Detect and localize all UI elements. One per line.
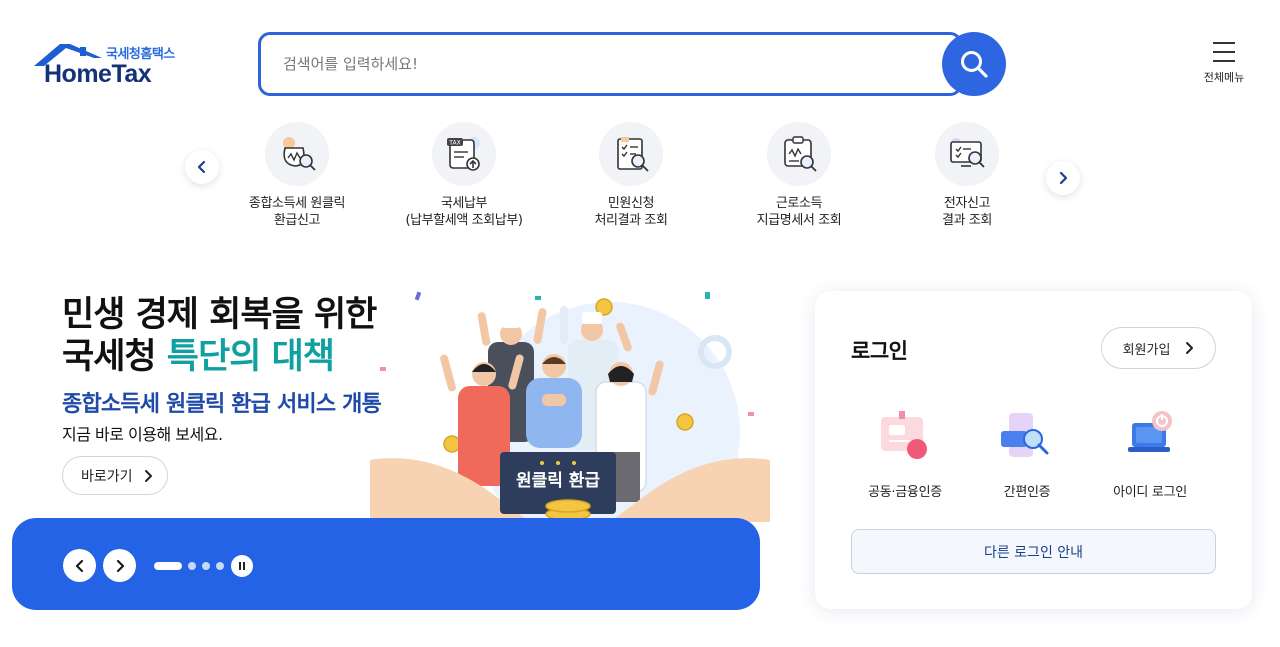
simple-auth-login-label: 간편인증: [1003, 485, 1051, 500]
chevron-right-icon: [1059, 171, 1068, 185]
sign-text: 원클릭 환급: [516, 471, 600, 491]
tax-refund-icon: [265, 122, 329, 186]
quick-menu-label-line1: 근로소득: [775, 196, 823, 211]
quick-menu-item-civil-request[interactable]: 민원신청처리결과 조회: [551, 122, 711, 229]
quick-menu-label-line2: 환급신고: [273, 213, 321, 228]
id-login-label: 아이디 로그인: [1113, 485, 1187, 500]
quick-menu-item-e-filing-result[interactable]: 전자신고결과 조회: [887, 122, 1047, 229]
certificate-login-label: 공동·금융인증: [868, 485, 942, 500]
simple-auth-login-option[interactable]: 간편인증: [967, 409, 1087, 500]
chevron-right-icon: [1186, 342, 1194, 354]
login-title: 로그인: [851, 339, 908, 363]
hamburger-icon: [1196, 42, 1252, 62]
quick-menu-prev-button[interactable]: [185, 150, 219, 184]
chevron-left-icon: [75, 559, 83, 572]
id-login-option[interactable]: 아이디 로그인: [1090, 409, 1210, 500]
certificate-icon: [881, 411, 927, 459]
income-statement-icon: [767, 122, 831, 186]
banner-pagination: [154, 562, 224, 570]
e-filing-result-icon: [935, 122, 999, 186]
hometax-page: 국세청홈택스 HomeTax 전체메뉴 종합소: [0, 0, 1280, 647]
search-box: [258, 32, 962, 96]
pagination-dot[interactable]: [216, 562, 224, 570]
banner-description: 지금 바로 이용해 보세요.: [62, 425, 223, 444]
banner-title-highlight: 특단의 대책: [166, 337, 335, 377]
quick-menu-next-button[interactable]: [1046, 161, 1080, 195]
banner-prev-button[interactable]: [63, 549, 96, 582]
tax-payment-icon: TAX: [432, 122, 496, 186]
banner-title-line1: 민생 경제 회복을 위한: [62, 295, 377, 335]
simple-auth-icon: [1001, 413, 1049, 457]
pause-icon: [239, 562, 245, 570]
go-now-label: 바로가기: [81, 468, 133, 485]
id-login-icon: [1128, 411, 1172, 452]
hometax-logo[interactable]: 국세청홈택스 HomeTax: [34, 40, 184, 90]
quick-menu-label-line1: 종합소득세 원클릭: [248, 196, 346, 211]
quick-menu-label-line1: 전자신고: [943, 196, 991, 211]
quick-menu-label-line1: 민원신청: [607, 196, 655, 211]
quick-menu-label-line2: 처리결과 조회: [594, 213, 668, 228]
civil-request-icon: [599, 122, 663, 186]
certificate-login-option[interactable]: 공동·금융인증: [845, 409, 965, 500]
go-now-button[interactable]: 바로가기: [62, 456, 168, 495]
quick-menu-item-income-statement[interactable]: 근로소득지급명세서 조회: [719, 122, 879, 229]
all-menu-button[interactable]: 전체메뉴: [1196, 42, 1252, 92]
banner-illustration: 원클릭 환급: [370, 291, 770, 522]
all-menu-label: 전체메뉴: [1203, 71, 1245, 84]
login-card: 로그인 회원가입 공동·금융인증 간편인증 아이디 로그인 다른 로그인 안내: [815, 291, 1252, 609]
banner-title: 민생 경제 회복을 위한 국세청 특단의 대책: [62, 294, 377, 378]
banner-next-button[interactable]: [103, 549, 136, 582]
quick-menu-item-tax-payment[interactable]: TAX 국세납부 (납부할세액 조회납부): [384, 122, 544, 229]
quick-menu-label-line2: 지급명세서 조회: [756, 213, 842, 228]
other-login-info-label: 다른 로그인 안내: [983, 544, 1084, 561]
chevron-right-icon: [144, 469, 152, 482]
signup-button[interactable]: 회원가입: [1101, 327, 1216, 369]
search-icon: [961, 51, 988, 78]
pagination-dot-active[interactable]: [154, 562, 182, 570]
pagination-dot[interactable]: [188, 562, 196, 570]
banner-pause-button[interactable]: [231, 555, 253, 577]
chevron-right-icon: [116, 559, 124, 572]
quick-menu-item-income-tax-refund[interactable]: 종합소득세 원클릭환급신고: [217, 122, 377, 229]
search-input[interactable]: [283, 35, 923, 93]
other-login-info-button[interactable]: 다른 로그인 안내: [851, 529, 1216, 574]
signup-label: 회원가입: [1122, 342, 1171, 358]
logo-title: HomeTax: [44, 60, 152, 88]
svg-text:TAX: TAX: [448, 140, 460, 147]
quick-menu-label-line2: 결과 조회: [942, 213, 992, 228]
banner-title-line2-plain: 국세청: [62, 337, 167, 377]
banner-subtitle: 종합소득세 원클릭 환급 서비스 개통: [62, 392, 382, 417]
quick-menu-label-line1: 국세납부: [440, 196, 488, 211]
chevron-left-icon: [197, 160, 206, 174]
pagination-dot[interactable]: [202, 562, 210, 570]
quick-menu-label-line2: (납부할세액 조회납부): [405, 213, 523, 228]
search-button[interactable]: [942, 32, 1006, 96]
